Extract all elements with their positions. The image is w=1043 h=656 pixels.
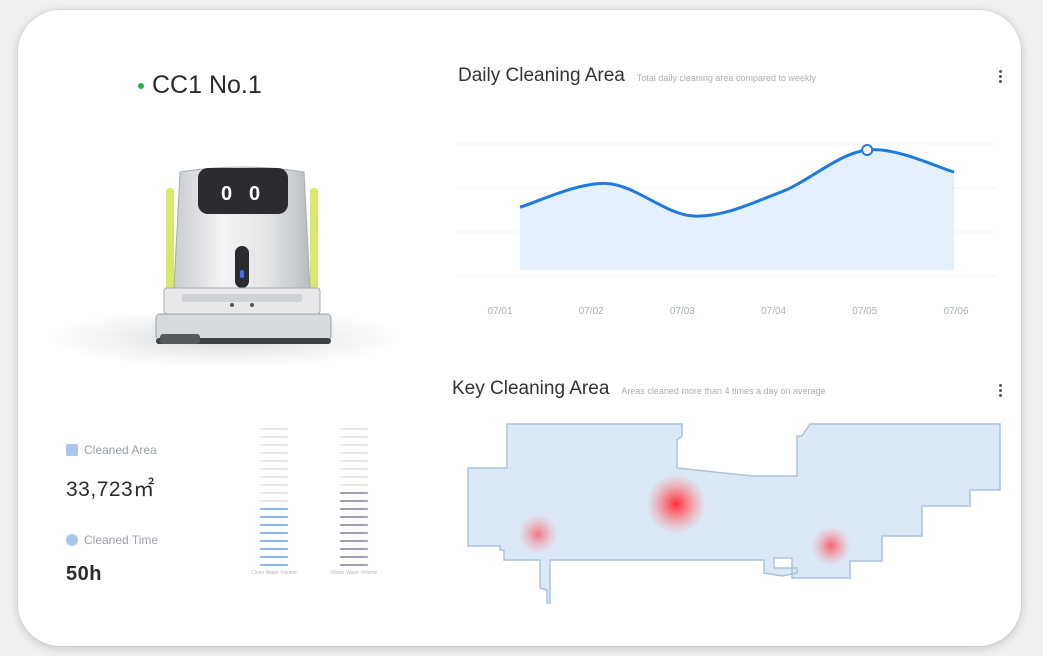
hotspot-main — [646, 474, 706, 534]
daily-cleaning-chart: 07/01 07/02 07/03 07/04 07/05 07/06 — [456, 143, 996, 317]
gauge-segment — [260, 500, 288, 502]
gauge-segment — [260, 444, 288, 446]
x-tick-label: 07/04 — [761, 306, 786, 317]
gauge-segment — [260, 524, 288, 526]
area-icon — [66, 444, 78, 456]
gauge-segment — [340, 556, 368, 558]
hotspot-right — [811, 526, 851, 566]
waste-water-label: Waste Water Volume — [330, 570, 378, 576]
gauge-segment — [340, 452, 368, 454]
cleaned-area-label: Cleaned Area — [66, 443, 157, 457]
daily-chart-title: Daily Cleaning Area — [458, 65, 625, 86]
key-area-title: Key Cleaning Area — [452, 378, 610, 399]
gauge-segment — [260, 428, 288, 430]
cleaned-time-label-text: Cleaned Time — [84, 533, 159, 547]
cleaned-area-stat: Cleaned Area 33,723㎡ — [66, 443, 157, 503]
x-tick-label: 07/06 — [943, 306, 968, 317]
x-tick-label: 07/03 — [670, 306, 695, 317]
gauge-segment — [340, 532, 368, 534]
daily-chart-more-icon[interactable] — [999, 70, 1003, 85]
gauge-segment — [260, 556, 288, 558]
gauge-segment — [260, 460, 288, 462]
cleaned-time-stat: Cleaned Time 50h — [66, 533, 158, 586]
chart-highlight-point[interactable] — [861, 144, 874, 156]
gauge-segment — [340, 428, 368, 430]
gauge-segment — [260, 516, 288, 518]
floor-plan — [467, 423, 1001, 604]
cleaned-area-value: 33,723㎡ — [66, 478, 155, 501]
gauge-segment — [340, 548, 368, 550]
gauge-segment — [340, 436, 368, 438]
x-tick-label: 07/05 — [852, 306, 877, 317]
floor-map — [467, 423, 1001, 604]
gauge-segment — [260, 548, 288, 550]
daily-chart-header: Daily Cleaning Area Total daily cleaning… — [458, 65, 816, 87]
key-area-more-icon[interactable] — [999, 384, 1003, 399]
gauge-segment — [260, 492, 288, 494]
gauge-segment — [340, 492, 368, 494]
clean-water-gauge — [260, 428, 288, 572]
waste-water-gauge — [340, 428, 368, 572]
robot-name-text: CC1 No.1 — [152, 71, 262, 99]
gauge-segment — [340, 476, 368, 478]
robot-name: CC1 No.1 — [138, 71, 262, 100]
gauge-segment — [340, 500, 368, 502]
gauge-segment — [340, 460, 368, 462]
gauge-segment — [340, 468, 368, 470]
gauge-segment — [260, 452, 288, 454]
cleaned-time-value: 50h — [66, 563, 102, 585]
clean-water-label: Clean Water Volume — [251, 570, 297, 576]
gauge-segment — [340, 540, 368, 542]
robot-image: 0 0 — [48, 166, 403, 368]
cleaned-area-label-text: Cleaned Area — [84, 443, 157, 457]
gauge-segment — [260, 508, 288, 510]
x-tick-label: 07/02 — [579, 306, 604, 317]
gauge-segment — [260, 540, 288, 542]
gauge-segment — [260, 436, 288, 438]
cleaned-time-label: Cleaned Time — [66, 533, 158, 547]
gauge-segment — [340, 508, 368, 510]
svg-text:0: 0 — [221, 183, 232, 205]
gauge-segment — [260, 484, 288, 486]
gauge-segment — [340, 516, 368, 518]
gauge-segment — [340, 484, 368, 486]
hotspot-left — [518, 514, 558, 554]
gauge-segment — [260, 532, 288, 534]
gauge-segment — [260, 564, 288, 566]
x-tick-label: 07/01 — [487, 306, 512, 317]
gauge-segment — [340, 444, 368, 446]
clock-icon — [66, 534, 78, 546]
gauge-segment — [260, 476, 288, 478]
gauge-segment — [340, 524, 368, 526]
gauge-segment — [340, 564, 368, 566]
key-area-header: Key Cleaning Area Areas cleaned more tha… — [452, 378, 826, 400]
status-dot — [138, 82, 144, 89]
gauge-segment — [260, 468, 288, 470]
key-area-subtitle: Areas cleaned more than 4 times a day on… — [621, 386, 826, 396]
svg-text:0: 0 — [249, 183, 260, 205]
daily-chart-subtitle: Total daily cleaning area compared to we… — [636, 73, 816, 83]
